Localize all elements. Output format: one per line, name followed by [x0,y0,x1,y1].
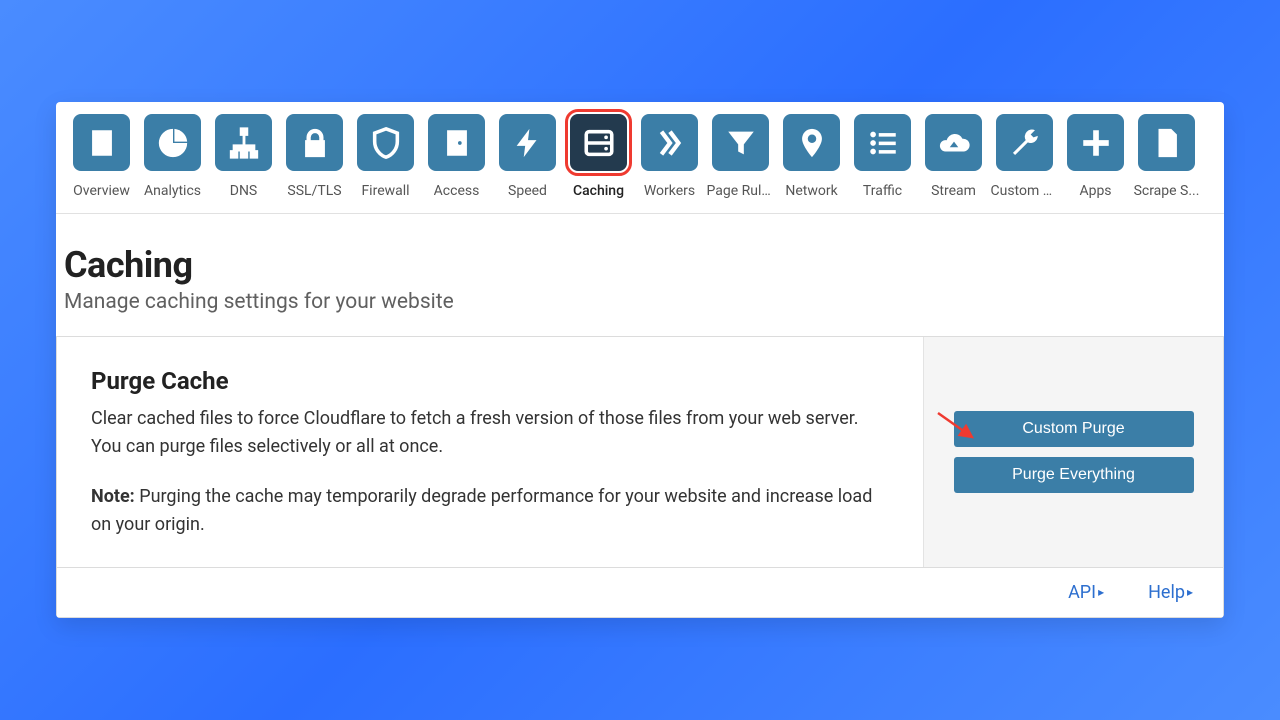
content: Caching Manage caching settings for your… [56,214,1224,618]
workers-icon [653,126,687,160]
card-note: Note: Purging the cache may temporarily … [91,483,889,539]
funnel-icon [724,126,758,160]
nav-tile [1067,114,1124,171]
nav-item-traffic[interactable]: Traffic [847,114,918,213]
nav-label: Analytics [144,183,201,199]
nav-item-ssl-tls[interactable]: SSL/TLS [279,114,350,213]
nav-label: Workers [644,183,695,199]
api-link[interactable]: API▸ [1068,582,1104,603]
nav-tile [215,114,272,171]
nav-tile [357,114,414,171]
nav-label: Firewall [361,183,409,199]
nav-label: Caching [573,183,624,199]
nav-tile [286,114,343,171]
nav-tile [570,114,627,171]
sitemap-icon [227,126,261,160]
page-header: Caching Manage caching settings for your… [56,244,1224,336]
nav-item-custom-p-[interactable]: Custom P... [989,114,1060,213]
nav-item-workers[interactable]: Workers [634,114,705,213]
nav-item-apps[interactable]: Apps [1060,114,1131,213]
note-text: Purging the cache may temporarily degrad… [91,486,872,535]
help-link[interactable]: Help▸ [1148,582,1193,603]
doc-icon [1150,126,1184,160]
plus-icon [1079,126,1113,160]
purge-cache-card: Purge Cache Clear cached files to force … [56,336,1224,568]
bolt-icon [511,126,545,160]
nav-item-dns[interactable]: DNS [208,114,279,213]
card-title: Purge Cache [91,367,889,395]
nav-label: DNS [230,183,258,199]
nav-label: Page Rules [707,183,775,199]
nav-label: Overview [73,183,130,199]
nav-label: Network [785,183,837,199]
nav-tile [73,114,130,171]
card-body: Purge Cache Clear cached files to force … [57,337,923,567]
top-nav: Overview Analytics DNS SSL/TLS Firewall Acces… [56,102,1224,214]
caret-right-icon: ▸ [1187,585,1193,599]
nav-item-stream[interactable]: Stream [918,114,989,213]
nav-tile [712,114,769,171]
nav-item-caching[interactable]: Caching [563,114,634,213]
nav-item-network[interactable]: Network [776,114,847,213]
clipboard-icon [85,126,119,160]
nav-label: Scrape S... [1134,183,1200,199]
nav-item-page-rules[interactable]: Page Rules [705,114,776,213]
nav-item-firewall[interactable]: Firewall [350,114,421,213]
card-description: Clear cached files to force Cloudflare t… [91,405,889,461]
nav-item-analytics[interactable]: Analytics [137,114,208,213]
cache-icon [582,126,616,160]
nav-tile [641,114,698,171]
page-subtitle: Manage caching settings for your website [64,290,1216,314]
card-actions: Custom Purge Purge Everything [923,337,1223,567]
nav-label: SSL/TLS [287,183,341,199]
nav-label: Speed [508,183,547,199]
nav-tile [1138,114,1195,171]
shield-icon [369,126,403,160]
card-footer: API▸ Help▸ [56,568,1224,618]
nav-item-access[interactable]: Access [421,114,492,213]
purge-everything-button[interactable]: Purge Everything [954,457,1194,493]
nav-tile [854,114,911,171]
pin-icon [795,126,829,160]
note-label: Note: [91,486,135,507]
nav-label: Stream [931,183,976,199]
cloud-icon [937,126,971,160]
nav-tile [996,114,1053,171]
pie-icon [156,126,190,160]
page-title: Caching [64,244,1216,286]
nav-tile [925,114,982,171]
nav-label: Apps [1079,183,1111,199]
wrench-icon [1008,126,1042,160]
door-icon [440,126,474,160]
lock-icon [298,126,332,160]
caret-right-icon: ▸ [1098,585,1104,599]
custom-purge-button[interactable]: Custom Purge [954,411,1194,447]
nav-label: Traffic [863,183,902,199]
nav-item-overview[interactable]: Overview [66,114,137,213]
nav-label: Access [434,183,480,199]
nav-tile [499,114,556,171]
nav-tile [144,114,201,171]
nav-item-scrape-s-[interactable]: Scrape S... [1131,114,1202,213]
nav-label: Custom P... [991,183,1059,199]
nav-item-speed[interactable]: Speed [492,114,563,213]
nav-tile [428,114,485,171]
list-icon [866,126,900,160]
nav-tile [783,114,840,171]
dashboard-panel: Overview Analytics DNS SSL/TLS Firewall Acces… [56,102,1224,618]
